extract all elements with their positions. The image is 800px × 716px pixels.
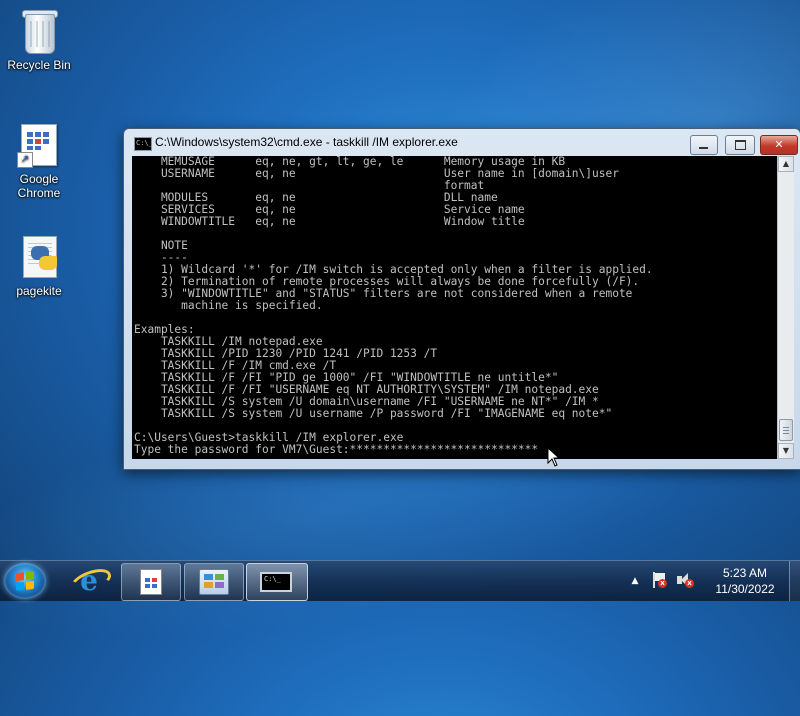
taskbar-document-shortcut[interactable] [121, 563, 181, 601]
scroll-up-button[interactable]: ▲ [778, 156, 794, 172]
chrome-shortcut-icon: ↗ [15, 120, 63, 168]
desktop-icon-recycle-bin[interactable]: Recycle Bin [0, 6, 78, 72]
action-center-flag-icon[interactable]: x [652, 572, 667, 588]
taskbar-command-prompt[interactable]: C:\_ [246, 563, 308, 601]
taskbar-internet-explorer[interactable]: e [62, 563, 116, 599]
control-panel-icon [199, 569, 229, 595]
desktop-icon-label: pagekite [16, 284, 62, 298]
desktop-icon-pagekite[interactable]: pagekite [0, 232, 78, 298]
console-text: MEMUSAGE eq, ne, gt, lt, ge, le Memory u… [134, 156, 653, 456]
show-desktop-button[interactable] [789, 561, 800, 601]
mouse-pointer-icon [547, 447, 561, 467]
close-icon: ✕ [774, 138, 784, 151]
volume-muted-icon[interactable]: x [676, 572, 694, 588]
cmd-icon: C:\_ [134, 137, 153, 151]
clock-time: 5:23 AM [722, 566, 768, 580]
vertical-scrollbar[interactable]: ▲ ▼ [777, 156, 794, 459]
show-hidden-icons-button[interactable]: ▲ [628, 574, 642, 588]
close-button[interactable]: ✕ [760, 135, 798, 155]
cmd-window[interactable]: C:\_ C:\Windows\system32\cmd.exe - taskk… [123, 128, 800, 470]
scrollbar-thumb[interactable] [779, 419, 793, 441]
start-button[interactable] [4, 563, 46, 599]
python-file-icon [15, 232, 63, 280]
command-prompt-icon: C:\_ [260, 572, 292, 592]
scroll-down-button[interactable]: ▼ [778, 443, 794, 459]
clock[interactable]: 5:23 AM 11/30/2022 [702, 565, 788, 597]
title-bar[interactable]: C:\_ C:\Windows\system32\cmd.exe - taskk… [124, 129, 800, 157]
desktop-icon-label: Recycle Bin [7, 58, 71, 72]
minimize-icon [699, 147, 708, 149]
clock-date: 11/30/2022 [715, 582, 775, 596]
taskbar: e C:\_ ▲ x x 5:23 AM 11/30/2022 [0, 560, 800, 601]
taskbar-control-panel[interactable] [184, 563, 244, 601]
maximize-icon [735, 140, 746, 150]
window-title: C:\Windows\system32\cmd.exe - taskkill /… [155, 135, 458, 149]
maximize-button[interactable] [725, 135, 755, 155]
minimize-button[interactable] [690, 135, 718, 155]
windows-logo-icon [16, 571, 34, 591]
system-tray: ▲ x x 5:23 AM 11/30/2022 [628, 561, 800, 601]
document-icon [140, 569, 162, 595]
recycle-bin-icon [15, 6, 63, 54]
desktop-icon-label: Google Chrome [17, 172, 61, 200]
desktop-icon-google-chrome[interactable]: ↗ Google Chrome [0, 120, 78, 200]
console-output[interactable]: MEMUSAGE eq, ne, gt, lt, ge, le Memory u… [132, 156, 777, 459]
